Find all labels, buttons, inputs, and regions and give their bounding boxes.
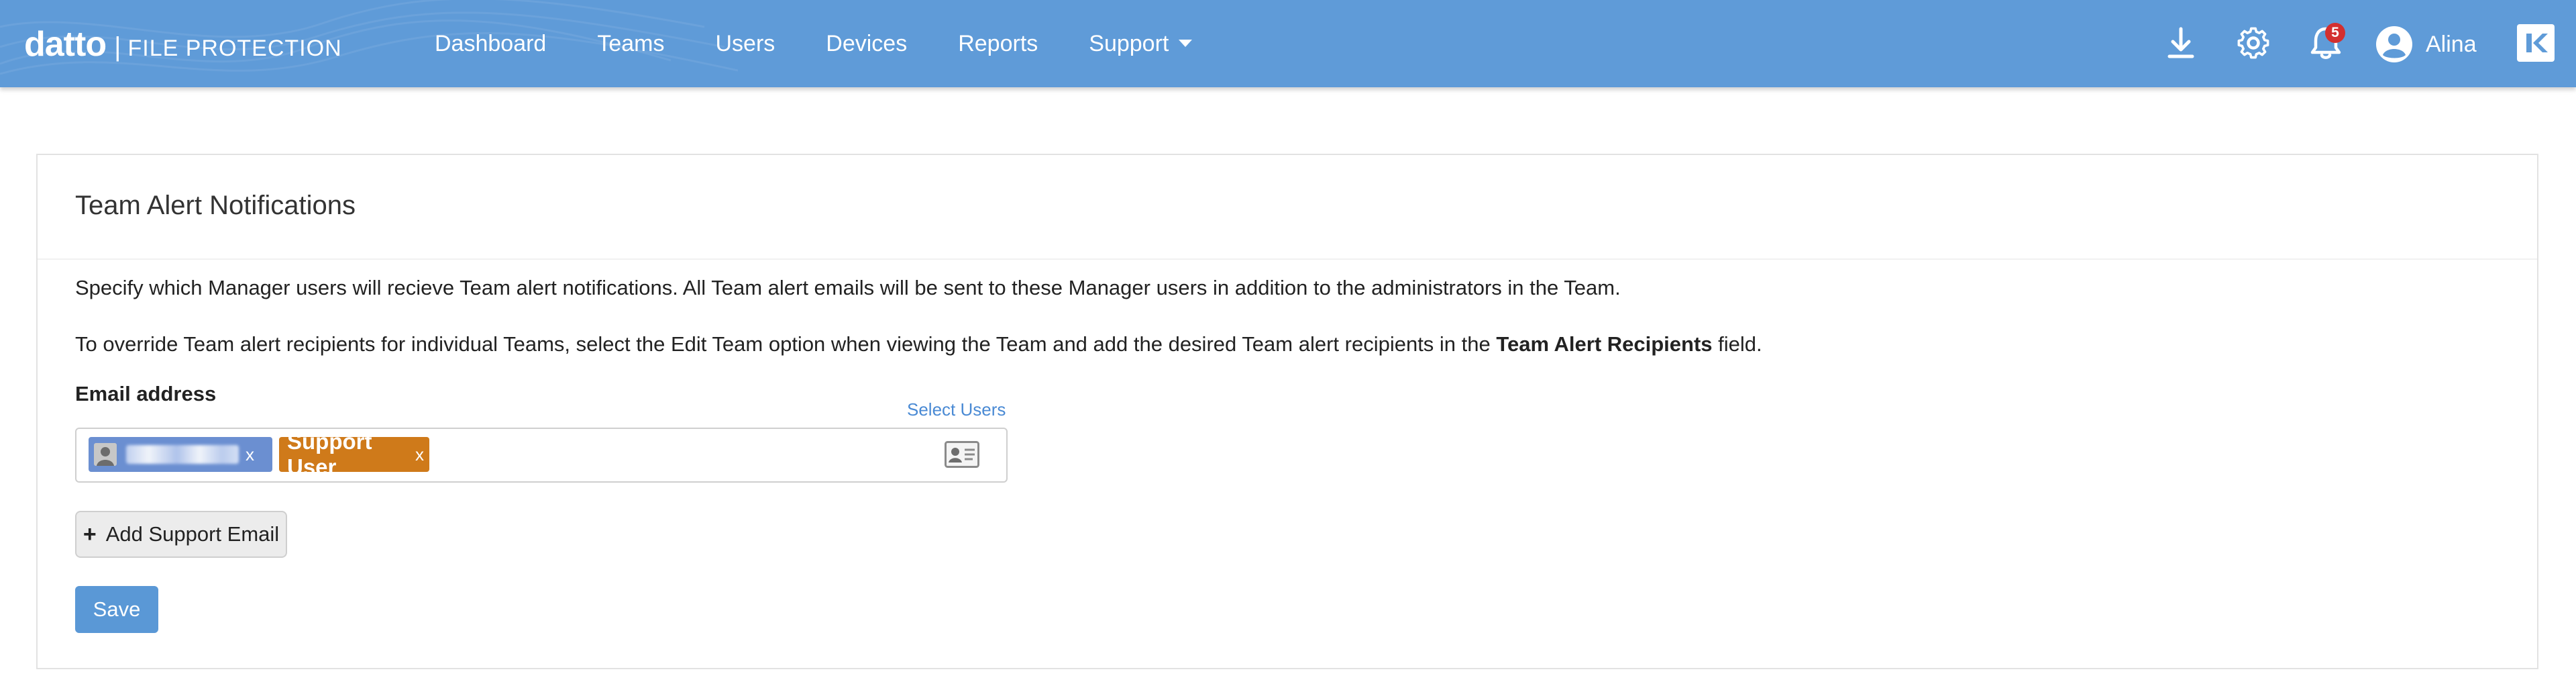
add-support-email-label: Add Support Email [105,522,280,546]
nav-item-devices[interactable]: Devices [826,31,907,57]
brand-logo[interactable]: datto | FILE PROTECTION [24,24,342,64]
team-alert-notifications-card: Team Alert Notifications Specify which M… [36,154,2538,669]
notification-count-badge: 5 [2325,23,2345,43]
user-menu[interactable]: Alina [2375,24,2477,64]
nav-item-support[interactable]: Support [1089,31,1193,57]
caret-down-icon [1179,40,1193,47]
nav-item-support-label: Support [1089,30,1169,56]
recipient-tag-user[interactable]: x [89,437,272,472]
nav-item-dashboard[interactable]: Dashboard [435,31,546,57]
description-text: Specify which Manager users will recieve… [75,276,1621,299]
gear-icon[interactable] [2231,21,2275,65]
k-logo-icon[interactable] [2517,24,2555,62]
email-address-label: Email address [75,382,217,405]
user-name: Alina [2426,31,2477,57]
override-description-prefix: To override Team alert recipients for in… [75,332,1497,356]
recipient-tag-support-user[interactable]: Support User x [279,429,429,479]
email-recipients-field[interactable]: x Support User x [75,428,1008,483]
user-circle-icon [2376,26,2412,62]
recipient-label: Support User [287,429,372,479]
address-card-icon[interactable] [945,441,979,468]
select-users-link[interactable]: Select Users [907,399,1006,420]
override-description-text: To override Team alert recipients for in… [75,332,1762,356]
add-support-email-button[interactable]: + Add Support Email [75,511,287,558]
remove-recipient-button[interactable]: x [246,444,254,465]
plus-icon: + [83,521,97,547]
nav-item-users[interactable]: Users [715,31,775,57]
nav-item-teams[interactable]: Teams [597,31,664,57]
redacted-user-name [126,445,239,464]
brand-product: FILE PROTECTION [127,36,342,61]
nav-item-reports[interactable]: Reports [958,31,1038,57]
main-nav: Dashboard Teams Users Devices Reports Su… [435,0,1244,87]
download-icon[interactable] [2159,21,2203,65]
remove-recipient-button[interactable]: x [415,444,424,465]
brand-separator: | [114,32,121,62]
save-button[interactable]: Save [75,586,158,633]
override-description-suffix: field. [1712,332,1762,356]
top-navigation-bar: datto | FILE PROTECTION Dashboard Teams … [0,0,2576,87]
card-header: Team Alert Notifications [38,155,2537,260]
brand-name: datto [24,25,107,64]
card-title: Team Alert Notifications [75,191,356,220]
user-avatar-icon [94,443,117,466]
override-description-bold: Team Alert Recipients [1496,332,1713,356]
